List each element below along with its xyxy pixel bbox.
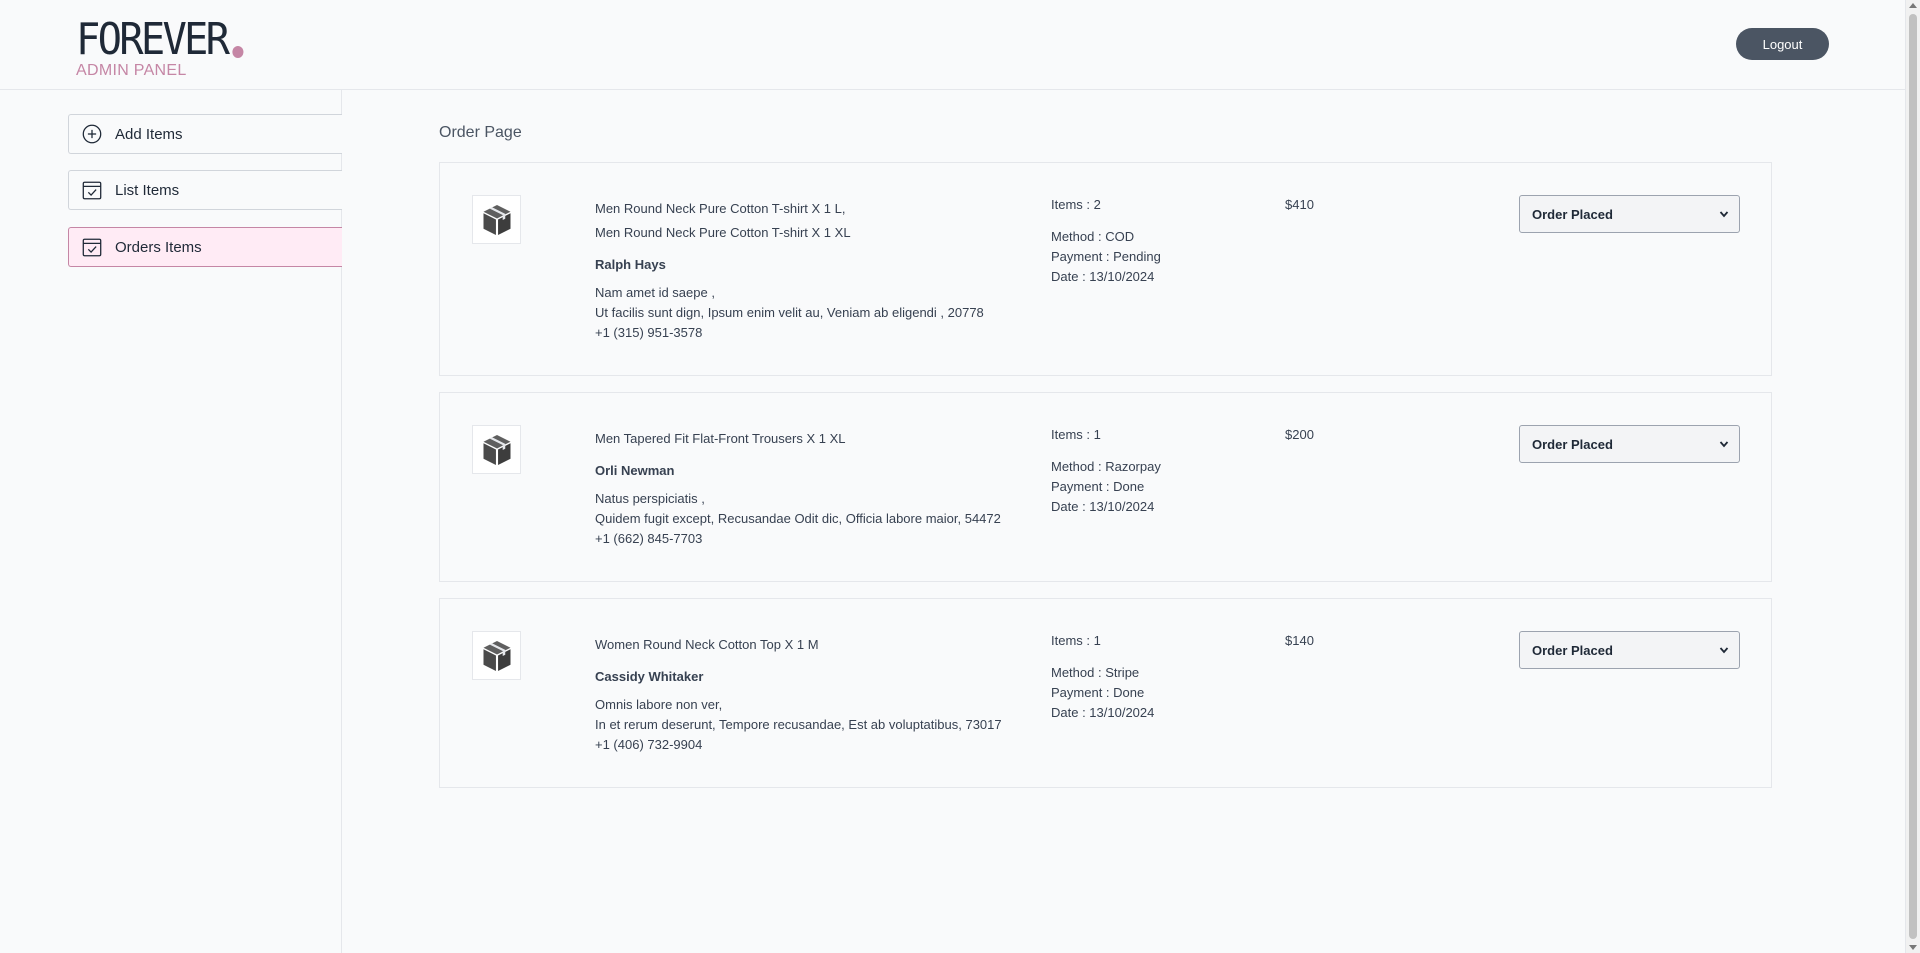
order-item-line: Men Round Neck Pure Cotton T-shirt X 1 X… [595, 225, 851, 240]
items-count: Items : 1 [1051, 633, 1101, 648]
calendar-check-icon [81, 236, 103, 258]
order-date: Date : 13/10/2024 [1051, 499, 1155, 514]
order-meta: Items : 2 Method : COD Payment : Pending… [1051, 195, 1161, 287]
order-amount: $200 [1285, 427, 1314, 442]
scroll-down-icon[interactable] [1909, 945, 1917, 950]
logout-button[interactable]: Logout [1736, 28, 1829, 60]
order-details: Women Round Neck Cotton Top X 1 M Cassid… [595, 633, 1035, 755]
status-selected-value: Order Placed [1532, 436, 1613, 452]
customer-address: Omnis labore non ver, In et rerum deseru… [595, 695, 1035, 755]
order-card: Men Round Neck Pure Cotton T-shirt X 1 L… [439, 162, 1772, 376]
customer-name: Cassidy Whitaker [595, 669, 704, 684]
order-date: Date : 13/10/2024 [1051, 269, 1155, 284]
customer-name: Ralph Hays [595, 257, 666, 272]
order-status-select[interactable]: Order Placed [1519, 631, 1740, 669]
calendar-check-icon [81, 179, 103, 201]
sidebar-item-list-items[interactable]: List Items [68, 170, 342, 210]
customer-address: Nam amet id saepe , Ut facilis sunt dign… [595, 283, 1035, 343]
payment-method: Method : Stripe [1051, 665, 1140, 680]
customer-address: Natus perspiciatis , Quidem fugit except… [595, 489, 1035, 549]
order-amount: $140 [1285, 633, 1314, 648]
page-title: Order Page [439, 124, 522, 141]
customer-phone: +1 (406) 732-9904 [595, 737, 703, 752]
order-item-line: Men Tapered Fit Flat-Front Trousers X 1 … [595, 431, 846, 446]
payment-status: Payment : Done [1051, 685, 1145, 700]
order-details: Men Round Neck Pure Cotton T-shirt X 1 L… [595, 197, 1035, 343]
order-card: Women Round Neck Cotton Top X 1 M Cassid… [439, 598, 1772, 788]
logo-text: FOREVER [76, 14, 230, 65]
address-line: Omnis labore non ver, [595, 697, 723, 712]
status-selected-value: Order Placed [1532, 642, 1613, 658]
order-item-line: Women Round Neck Cotton Top X 1 M [595, 637, 819, 652]
items-count: Items : 1 [1051, 427, 1101, 442]
items-count: Items : 2 [1051, 197, 1101, 212]
order-meta: Items : 1 Method : Stripe Payment : Done… [1051, 631, 1154, 723]
logo: FOREVER ADMIN PANEL [76, 18, 258, 80]
sidebar-item-label: Orders Items [115, 238, 202, 256]
customer-phone: +1 (315) 951-3578 [595, 325, 703, 340]
parcel-icon [472, 195, 521, 244]
order-amount: $410 [1285, 197, 1314, 212]
order-item-line: Men Round Neck Pure Cotton T-shirt X 1 L… [595, 201, 846, 216]
order-status-select[interactable]: Order Placed [1519, 195, 1740, 233]
top-header: FOREVER ADMIN PANEL Logout [0, 0, 1905, 90]
order-card: Men Tapered Fit Flat-Front Trousers X 1 … [439, 392, 1772, 582]
payment-method: Method : COD [1051, 229, 1135, 244]
payment-status: Payment : Pending [1051, 249, 1161, 264]
sidebar: Add Items List Items Orders Items [0, 90, 342, 953]
order-meta: Items : 1 Method : Razorpay Payment : Do… [1051, 425, 1161, 517]
address-line: Quidem fugit except, Recusandae Odit dic… [595, 511, 1001, 526]
sidebar-item-orders-items[interactable]: Orders Items [68, 227, 342, 267]
address-line: Nam amet id saepe , [595, 285, 715, 300]
scrollbar-thumb[interactable] [1909, 14, 1917, 939]
address-line: Natus perspiciatis , [595, 491, 705, 506]
scroll-up-icon[interactable] [1909, 3, 1917, 8]
parcel-icon [472, 425, 521, 474]
order-status-select[interactable]: Order Placed [1519, 425, 1740, 463]
customer-name: Orli Newman [595, 463, 675, 478]
chevron-down-icon [1719, 211, 1729, 218]
address-line: Ut facilis sunt dign, Ipsum enim velit a… [595, 305, 984, 320]
order-details: Men Tapered Fit Flat-Front Trousers X 1 … [595, 427, 1035, 549]
chevron-down-icon [1719, 441, 1729, 448]
sidebar-item-add-items[interactable]: Add Items [68, 114, 342, 154]
status-selected-value: Order Placed [1532, 206, 1613, 222]
chevron-down-icon [1719, 647, 1729, 654]
sidebar-item-label: List Items [115, 181, 180, 199]
logo-dot [232, 46, 244, 58]
order-date: Date : 13/10/2024 [1051, 705, 1155, 720]
sidebar-item-label: Add Items [115, 125, 183, 143]
payment-method: Method : Razorpay [1051, 459, 1161, 474]
add-circle-icon [81, 123, 103, 145]
page-scrollbar[interactable] [1905, 0, 1920, 953]
parcel-icon [472, 631, 521, 680]
customer-phone: +1 (662) 845-7703 [595, 531, 703, 546]
address-line: In et rerum deserunt, Tempore recusandae… [595, 717, 1002, 732]
payment-status: Payment : Done [1051, 479, 1145, 494]
